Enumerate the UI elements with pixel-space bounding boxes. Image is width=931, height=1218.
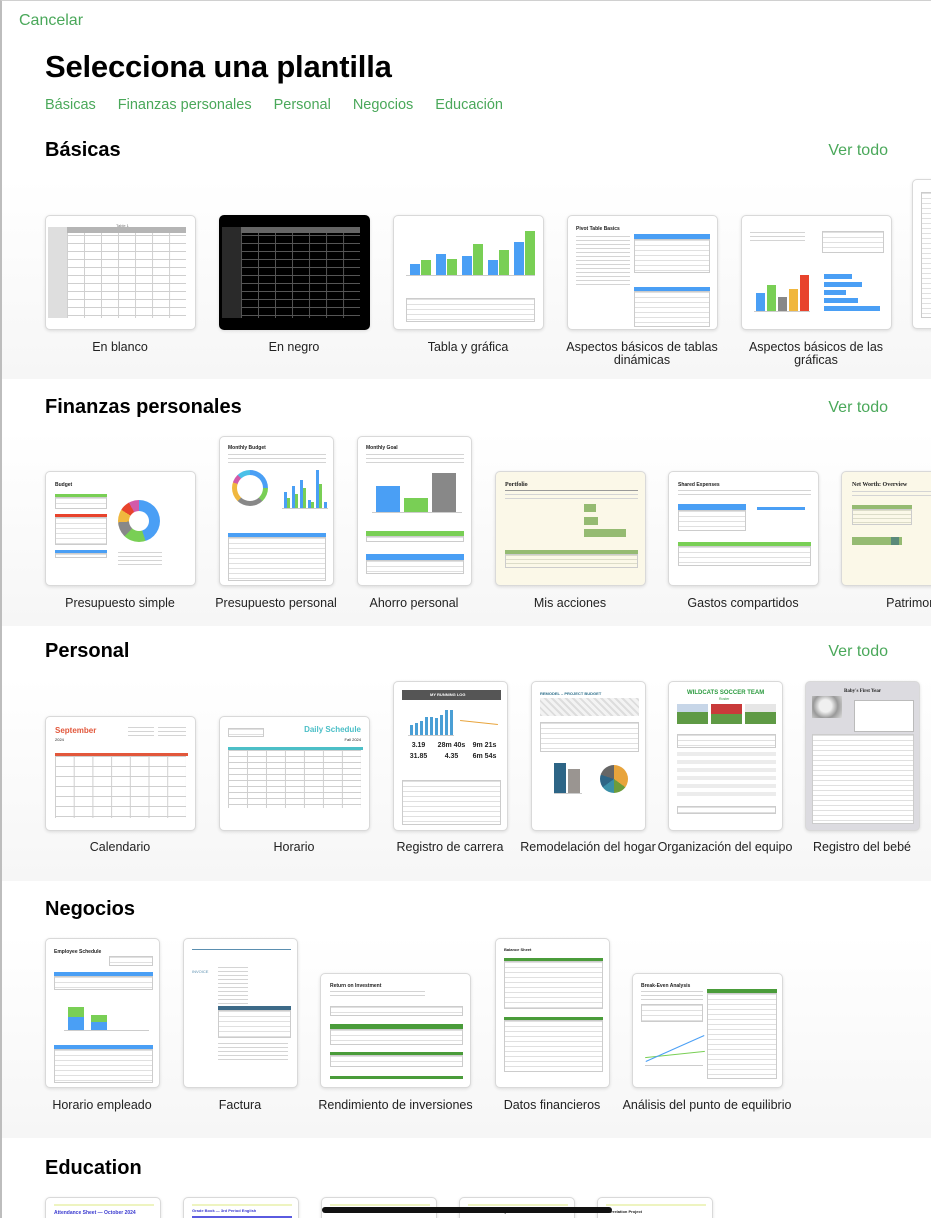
template-label: Análisis del punto de equilibrio	[622, 1098, 792, 1112]
thumb-title: Balance Sheet	[504, 947, 532, 952]
template-label: En blanco	[92, 340, 148, 354]
section-title: Negocios	[45, 898, 136, 920]
thumb-title: Daily Schedule	[304, 725, 361, 734]
template-thumbnail-personal-savings[interactable]: Monthly Goal	[357, 436, 472, 586]
template-thumbnail-simple-budget[interactable]: Budget	[45, 471, 196, 586]
cancel-button[interactable]: Cancelar	[19, 12, 83, 30]
template-thumbnail-financial-statements[interactable]: Balance Sheet	[495, 938, 610, 1088]
running-stats: 3.19 28m 40s 9m 21s 31.85 4.35 6m 54s	[402, 742, 501, 760]
section-personal: Personal Ver todo September 2024 Calenda…	[2, 626, 931, 881]
thumb-subtitle: 2024	[55, 737, 64, 742]
stat-value: 3.19	[411, 742, 426, 749]
category-link-educacion[interactable]: Educación	[435, 97, 503, 113]
template-label: Rendimiento de inversiones	[318, 1098, 473, 1112]
thumb-subtitle: Roster	[719, 697, 730, 701]
template-thumbnail-home-remodel[interactable]: REMODEL – PROJECT BUDGET	[531, 681, 646, 831]
thumb-title: WILDCATS SOCCER TEAM	[687, 690, 765, 696]
thumb-title: September	[55, 726, 97, 735]
template-thumbnail-team-organization[interactable]: WILDCATS SOCCER TEAM Roster	[668, 681, 783, 831]
stat-value: 31.85	[409, 753, 428, 760]
category-nav: Básicas Finanzas personales Personal Neg…	[45, 97, 503, 113]
thumb-title: REMODEL – PROJECT BUDGET	[540, 691, 602, 696]
section-title: Básicas	[45, 139, 121, 161]
template-label: Gastos compartidos	[687, 596, 799, 610]
template-thumbnail-invoice[interactable]: INVOICE	[183, 938, 298, 1088]
template-label: Calendario	[89, 840, 151, 854]
stat-value: 4.35	[444, 753, 459, 760]
template-thumbnail-schedule[interactable]: Daily Schedule Fall 2024	[219, 716, 370, 831]
see-all-button[interactable]: Ver todo	[828, 142, 888, 160]
thumb-title: Monthly Budget	[228, 445, 266, 451]
stat-value: 9m 21s	[472, 742, 497, 749]
section-title: Personal	[45, 640, 130, 662]
template-thumbnail-table-chart[interactable]	[393, 215, 544, 330]
template-label: Horario	[273, 840, 315, 854]
template-thumbnail-grade-book[interactable]: Grade Book — 3rd Period English	[183, 1197, 299, 1218]
template-thumbnail-attendance[interactable]: Attendance Sheet — October 2024	[45, 1197, 161, 1218]
thumb-title: Pivot Table Basics	[576, 226, 620, 232]
template-label: En negro	[268, 340, 320, 354]
stat-value: 28m 40s	[437, 742, 466, 749]
template-label: Presupuesto simple	[65, 596, 175, 610]
template-thumbnail-pivot-basics[interactable]: Pivot Table Basics	[567, 215, 718, 330]
home-indicator[interactable]	[322, 1207, 612, 1213]
template-thumbnail-my-stocks[interactable]: Portfolio	[495, 471, 646, 586]
thumb-title: Attendance Sheet — October 2024	[54, 1210, 136, 1216]
thumb-title: Employee Schedule	[54, 949, 102, 955]
thumb-title: Baby's First Year	[844, 689, 882, 694]
template-label: Registro del bebé	[813, 840, 911, 854]
template-label: Mis acciones	[533, 596, 607, 610]
thumb-title: Portfolio	[505, 482, 528, 488]
template-thumbnail-running-log[interactable]: MY RUNNING LOG 3.19 28m 40s 9m 21s 31.85…	[393, 681, 508, 831]
thumb-title: Shared Expenses	[678, 482, 720, 488]
template-thumbnail-black[interactable]	[219, 215, 370, 330]
template-thumbnail-employee-schedule[interactable]: Employee Schedule	[45, 938, 160, 1088]
see-all-button[interactable]: Ver todo	[828, 399, 888, 417]
template-thumbnail-shared-expenses[interactable]: Shared Expenses	[668, 471, 819, 586]
category-link-personal[interactable]: Personal	[274, 97, 331, 113]
thumb-subtitle: Fall 2024	[344, 737, 361, 742]
thumb-title: Monthly Goal	[366, 445, 398, 451]
section-basicas: Básicas Ver todo Table 1 En blanco En ne…	[2, 129, 931, 379]
page-title: Selecciona una plantilla	[45, 49, 392, 84]
thumb-title: Return on Investment	[330, 983, 382, 989]
template-label: Tabla y gráfica	[427, 340, 509, 354]
template-thumbnail-correlation[interactable]: Correlation Project	[597, 1197, 713, 1218]
template-label: Ahorro personal	[369, 596, 459, 610]
template-label: Factura	[218, 1098, 262, 1112]
stat-value: 6m 54s	[472, 753, 497, 760]
see-all-button[interactable]: Ver todo	[828, 643, 888, 661]
category-link-basicas[interactable]: Básicas	[45, 97, 96, 113]
thumb-title: Net Worth: Overview	[852, 482, 908, 488]
category-link-finanzas[interactable]: Finanzas personales	[118, 97, 252, 113]
template-thumbnail-chart-basics[interactable]	[741, 215, 892, 330]
section-finanzas: Finanzas personales Ver todo Budget Pres…	[2, 381, 931, 626]
template-label: Aspectos básicos de las gráficas	[748, 340, 884, 367]
section-title: Finanzas personales	[45, 396, 242, 418]
template-thumbnail-partial[interactable]	[912, 179, 931, 329]
template-label: Datos financieros	[503, 1098, 601, 1112]
template-thumbnail-break-even[interactable]: Break-Even Analysis	[632, 973, 783, 1088]
template-label: Aspectos básicos de tablas dinámicas	[566, 340, 718, 367]
template-thumbnail-roi[interactable]: Return on Investment	[320, 973, 471, 1088]
template-thumbnail-calendar[interactable]: September 2024	[45, 716, 196, 831]
template-thumbnail-baby-log[interactable]: Baby's First Year	[805, 681, 920, 831]
template-label: Patrimonio	[886, 596, 931, 610]
section-title: Education	[45, 1157, 142, 1179]
category-link-negocios[interactable]: Negocios	[353, 97, 413, 113]
template-thumbnail-personal-budget[interactable]: Monthly Budget	[219, 436, 334, 586]
section-negocios: Negocios Employee Schedule Horario emple…	[2, 883, 931, 1138]
template-thumbnail-blank[interactable]: Table 1	[45, 215, 196, 330]
thumb-title: Break-Even Analysis	[641, 983, 691, 989]
template-thumbnail-net-worth[interactable]: Net Worth: Overview	[841, 471, 931, 586]
thumb-title: Grade Book — 3rd Period English	[192, 1208, 257, 1213]
thumb-title: MY RUNNING LOG	[430, 692, 466, 697]
thumb-title: INVOICE	[192, 969, 209, 974]
thumb-title: Budget	[55, 482, 73, 488]
